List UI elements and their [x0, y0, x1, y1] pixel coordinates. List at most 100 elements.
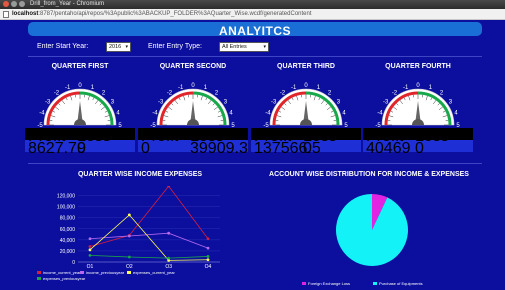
- gauge-scale-label: -1: [178, 85, 184, 91]
- table-row: 0 39909.3: [138, 140, 248, 157]
- gauge-scale-label: 0: [191, 83, 195, 89]
- y-tick-label: 120,000: [57, 194, 75, 200]
- entry-type-select[interactable]: All Entries ▾: [219, 42, 269, 52]
- gauge: -5 -4-3-2 -1 0 1 234 5: [150, 83, 235, 127]
- gauge: -5 -4-3-2 -1 0 1 234 5: [263, 83, 348, 127]
- gauge-scale-label: -4: [152, 111, 158, 117]
- minimize-window-button[interactable]: [11, 1, 17, 7]
- gauge-scale-label: 3: [337, 99, 341, 105]
- x-tick-label: Q3: [165, 264, 172, 268]
- data-point: [88, 237, 92, 241]
- legend-item: expenses_previousyear: [37, 276, 85, 281]
- legend-label: expenses_current_year: [133, 270, 175, 275]
- gauge-scale-label: 1: [317, 85, 321, 91]
- data-point: [88, 248, 92, 252]
- start-year-label: Enter Start Year:: [37, 43, 89, 50]
- gauge-scale-label: -5: [375, 123, 381, 127]
- url-text[interactable]: localhost:8787/pentaho/api/repos/%3Apubl…: [12, 9, 312, 20]
- y-tick-label: 60,000: [60, 227, 76, 233]
- gauge-scale-label: 2: [440, 91, 444, 97]
- gauge: -5 -4-3-2 -1 0 1 234 5: [37, 83, 122, 127]
- legend-item: expenses_current_year: [127, 270, 175, 275]
- y-tick-label: 0: [72, 260, 75, 266]
- legend-item: income_current_year: [37, 270, 81, 275]
- gauge: -5 -4-3-2 -1 0 1 234 5: [375, 83, 460, 127]
- data-point: [127, 234, 131, 238]
- data-point: [206, 237, 210, 241]
- legend-label: Foreign Exchange Loss: [308, 281, 351, 286]
- data-point: [127, 255, 131, 259]
- gauge-scale-label: -2: [167, 91, 173, 97]
- data-point: [206, 255, 210, 258]
- gauge-scale-label: -2: [280, 91, 286, 97]
- quarter-title: QUARTER FIRST: [51, 63, 109, 70]
- legend-swatch: [302, 282, 306, 285]
- gauge-scale-label: -4: [39, 111, 45, 117]
- legend-item: Foreign Exchange Loss: [302, 281, 350, 286]
- table-header: Profit Loss: [138, 128, 248, 145]
- close-window-button[interactable]: [3, 1, 9, 7]
- chevron-down-icon: ▾: [263, 44, 266, 50]
- gauge-scale-label: 0: [416, 83, 420, 89]
- loss-value: 39909.3: [190, 140, 248, 157]
- y-tick-label: 100,000: [57, 205, 75, 211]
- loss-value: 0: [415, 140, 424, 157]
- loss-header: Loss: [190, 128, 224, 145]
- divider: [28, 163, 482, 164]
- profit-value: 137566.5: [254, 140, 321, 157]
- table-header: Profit Loss: [363, 128, 473, 145]
- gauge-scale-label: 5: [231, 123, 235, 127]
- series-line-income_previousyear: [89, 232, 209, 249]
- legend-swatch: [37, 271, 41, 274]
- gauge-scale-label: 1: [204, 85, 208, 91]
- address-bar[interactable]: localhost:8787/pentaho/api/repos/%3Apubl…: [0, 9, 505, 20]
- gauge-scale-label: -5: [263, 123, 269, 127]
- gauge-scale-label: 4: [229, 111, 233, 117]
- y-tick-label: 80,000: [60, 216, 76, 222]
- quarter-profit-loss-table: Profit Loss 8627.79 0: [25, 128, 135, 157]
- quarter-profit-loss-table: Profit Loss 40469 0: [363, 128, 473, 157]
- data-point: [206, 246, 210, 250]
- y-tick-label: 20,000: [60, 249, 76, 255]
- gauge-scale-label: 5: [118, 123, 122, 127]
- window-titlebar: Drill_from_Year - Chromium: [0, 0, 505, 9]
- gauge-scale-label: -3: [271, 99, 277, 105]
- profit-header: Profit: [28, 128, 66, 145]
- gauge-scale-label: -5: [150, 123, 156, 127]
- dashboard-banner: ANALYITCS: [28, 22, 482, 38]
- line-chart-title: QUARTER WISE INCOME EXPENSES: [77, 171, 203, 178]
- legend-swatch: [373, 282, 377, 285]
- table-header: Profit Loss: [25, 128, 135, 145]
- pie-chart: [336, 194, 408, 266]
- loss-header: Loss: [303, 128, 337, 145]
- url-path: :8787/pentaho/api/repos/%3Apublic%3ABACK…: [38, 11, 312, 17]
- profit-header: Profit: [366, 128, 404, 145]
- loss-header: Loss: [77, 128, 111, 145]
- profit-header: Profit: [141, 128, 179, 145]
- url-host: localhost: [12, 11, 39, 17]
- data-point: [88, 245, 92, 248]
- chevron-down-icon: ▾: [125, 44, 128, 50]
- legend-swatch: [37, 277, 41, 280]
- legend-label: income_previousyear: [86, 270, 125, 275]
- gauge-scale-label: -3: [45, 99, 51, 105]
- gauge-scale-label: -1: [403, 85, 409, 91]
- table-row: 8627.79 0: [25, 140, 135, 157]
- gauge-scale-label: 3: [449, 99, 453, 105]
- pie-slice: [336, 194, 408, 266]
- legend-swatch: [127, 271, 131, 274]
- data-point: [127, 213, 131, 217]
- gauge-scale-label: -4: [265, 111, 271, 117]
- start-year-select[interactable]: 2016 ▾: [106, 42, 131, 52]
- legend-label: income_current_year: [43, 270, 81, 275]
- gauge-scale-label: 4: [116, 111, 120, 117]
- page-icon: [3, 11, 9, 18]
- gauge-scale-label: 2: [328, 91, 332, 97]
- gauge-scale-label: 2: [215, 91, 219, 97]
- table-row: 40469 0: [363, 140, 473, 157]
- series-line-expenses_previousyear: [89, 254, 209, 259]
- legend-item: income_previousyear: [80, 270, 124, 275]
- legend-label: Purchase of Equipments: [379, 281, 423, 286]
- data-point: [88, 253, 92, 257]
- maximize-window-button[interactable]: [19, 1, 25, 7]
